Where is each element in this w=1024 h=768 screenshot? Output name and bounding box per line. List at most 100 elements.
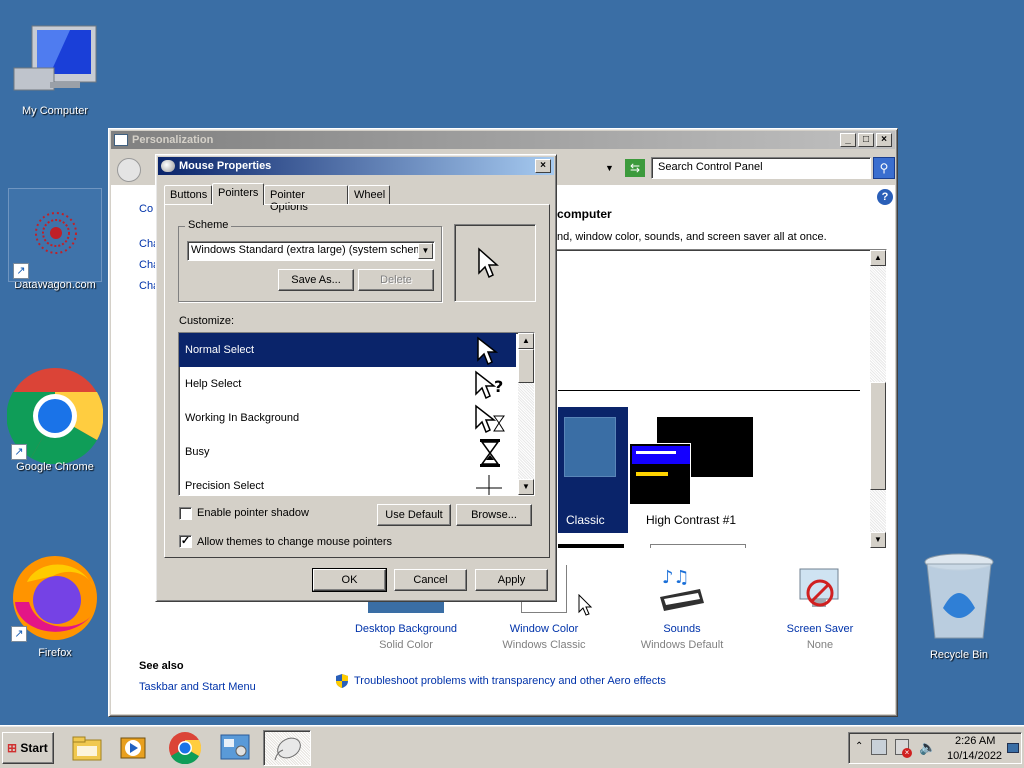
back-button[interactable] <box>117 158 141 182</box>
clock-time[interactable]: 2:26 AM <box>955 735 995 747</box>
pointer-label: Help Select <box>185 378 242 390</box>
taskbar-chrome-button[interactable] <box>166 730 204 766</box>
refresh-button[interactable]: ⇆ <box>625 159 645 177</box>
apply-button[interactable]: Apply <box>475 569 548 591</box>
tab-wheel[interactable]: Wheel <box>348 185 390 204</box>
pointer-row-precision-select[interactable]: Precision Select <box>179 469 516 495</box>
arrow-cursor-icon <box>478 247 499 279</box>
address-dropdown-arrow-icon[interactable]: ▼ <box>605 163 614 173</box>
ok-button[interactable]: OK <box>312 568 387 592</box>
scroll-up-button[interactable]: ▲ <box>518 333 534 349</box>
recycle-bin-icon <box>924 553 994 639</box>
crosshair-icon <box>476 475 502 495</box>
shield-icon <box>336 674 348 688</box>
item-title: Screen Saver <box>786 623 854 635</box>
theme-high-contrast-1[interactable]: High Contrast #1 <box>628 407 768 533</box>
themes-list[interactable]: Classic High Contrast #1 ▲ ▼ <box>551 249 887 549</box>
network-icon[interactable] <box>871 739 887 755</box>
search-input[interactable]: Search Control Panel <box>651 157 871 179</box>
allow-themes-checkbox[interactable]: ✓ <box>179 535 192 548</box>
screen-saver-icon <box>799 568 839 607</box>
pointer-list-scrollbar[interactable]: ▲ ▼ <box>518 333 534 495</box>
svg-text:♪♫: ♪♫ <box>662 567 690 588</box>
help-icon[interactable]: ? <box>877 189 893 205</box>
search-icon: ⚲ <box>879 161 889 175</box>
clock-date[interactable]: 10/14/2022 <box>947 750 1002 762</box>
chevron-up-icon[interactable]: ⌃ <box>855 741 863 752</box>
cancel-button[interactable]: Cancel <box>394 569 467 591</box>
theme-high-contrast-label: High Contrast #1 <box>646 513 737 527</box>
troubleshoot-link[interactable]: Troubleshoot problems with transparency … <box>335 673 666 689</box>
chevron-down-icon[interactable]: ▼ <box>418 243 433 259</box>
item-title: Window Color <box>509 623 579 635</box>
start-button[interactable]: ⊞ Start <box>2 732 54 764</box>
personalization-titlebar[interactable]: Personalization _ □ × <box>111 131 895 149</box>
pointer-list[interactable]: Normal Select Help Select ? Working In B… <box>178 332 535 496</box>
item-sub: None <box>806 639 834 651</box>
maximize-button[interactable]: □ <box>858 133 874 147</box>
pointer-label: Working In Background <box>185 412 300 424</box>
use-default-button[interactable]: Use Default <box>377 504 451 526</box>
hc-preview-front <box>629 443 691 505</box>
taskbar: ⊞ Start ⌃ × 🔈 2:26 AM 10/14/2022 <box>0 725 1024 768</box>
sounds-item[interactable]: ♪♫ Sounds Windows Default <box>617 565 747 651</box>
window-icon <box>114 134 128 146</box>
left-link-0[interactable]: Co <box>139 203 153 215</box>
themes-scrollbar[interactable]: ▲ ▼ <box>870 250 886 548</box>
taskbar-mouse-properties-button[interactable] <box>263 730 311 766</box>
arrow-cursor-icon <box>477 336 498 366</box>
tab-buttons[interactable]: Buttons <box>164 185 212 204</box>
theme-classic[interactable]: Classic <box>558 407 628 533</box>
scroll-up-button[interactable]: ▲ <box>870 250 886 266</box>
scroll-down-button[interactable]: ▼ <box>870 532 886 548</box>
action-center-icon[interactable]: × <box>895 739 912 758</box>
show-desktop-icon[interactable] <box>1007 743 1019 753</box>
enable-shadow-label[interactable]: Enable pointer shadow <box>197 507 309 519</box>
delete-button[interactable]: Delete <box>358 269 434 291</box>
close-button[interactable]: × <box>535 159 551 173</box>
allow-themes-label[interactable]: Allow themes to change mouse pointers <box>197 536 392 548</box>
shortcut-arrow-icon: ↗ <box>11 444 27 460</box>
desktop-icon-google-chrome[interactable]: ↗ Google Chrome <box>6 368 104 473</box>
enable-shadow-checkbox[interactable] <box>179 507 192 520</box>
tab-pointer-options[interactable]: Pointer Options <box>264 185 348 213</box>
desktop-icon-label: Google Chrome <box>16 461 94 473</box>
control-panel-icon <box>220 734 250 760</box>
scroll-thumb[interactable] <box>870 382 886 490</box>
scroll-thumb[interactable] <box>518 349 534 383</box>
shortcut-arrow-icon: ↗ <box>13 263 29 279</box>
mouse-icon <box>274 737 301 761</box>
search-button[interactable]: ⚲ <box>873 157 895 179</box>
pointer-row-help-select[interactable]: Help Select ? <box>179 367 516 401</box>
prev-theme-thumb <box>558 544 624 548</box>
taskbar-explorer-button[interactable] <box>68 730 106 766</box>
close-button[interactable]: × <box>876 133 892 147</box>
taskbar-media-player-button[interactable] <box>114 730 152 766</box>
pointer-row-normal-select[interactable]: Normal Select <box>179 333 516 367</box>
item-sub: Windows Classic <box>502 639 586 651</box>
volume-icon[interactable]: 🔈 <box>919 739 936 756</box>
scroll-down-button[interactable]: ▼ <box>518 479 534 495</box>
tab-pointers[interactable]: Pointers <box>212 183 264 205</box>
search-placeholder: Search Control Panel <box>658 161 763 173</box>
desktop-icon-datawagon[interactable]: ↗ DataWagon.com <box>7 188 103 291</box>
chrome-icon <box>169 732 201 764</box>
taskbar-control-panel-button[interactable] <box>216 730 254 766</box>
desktop-icon-label: Recycle Bin <box>929 649 989 661</box>
pointer-row-busy[interactable]: Busy <box>179 435 516 469</box>
desktop-icon-recycle-bin[interactable]: Recycle Bin <box>911 548 1007 661</box>
see-also-heading: See also <box>139 660 184 672</box>
pointer-row-working-in-background[interactable]: Working In Background <box>179 401 516 435</box>
browse-button[interactable]: Browse... <box>456 504 532 526</box>
mouse-properties-titlebar[interactable]: Mouse Properties × <box>158 157 554 175</box>
media-player-icon <box>120 737 146 759</box>
desktop-icon-my-computer[interactable]: My Computer <box>7 22 103 117</box>
scheme-select[interactable]: Windows Standard (extra large) (system s… <box>187 241 435 261</box>
folder-icon <box>72 736 102 761</box>
minimize-button[interactable]: _ <box>840 133 856 147</box>
taskbar-start-menu-link[interactable]: Taskbar and Start Menu <box>139 681 256 693</box>
scheme-label: Scheme <box>185 219 232 231</box>
screen-saver-item[interactable]: Screen Saver None <box>755 565 885 651</box>
save-as-button[interactable]: Save As... <box>278 269 354 291</box>
desktop-icon-firefox[interactable]: ↗ Firefox <box>7 552 103 659</box>
